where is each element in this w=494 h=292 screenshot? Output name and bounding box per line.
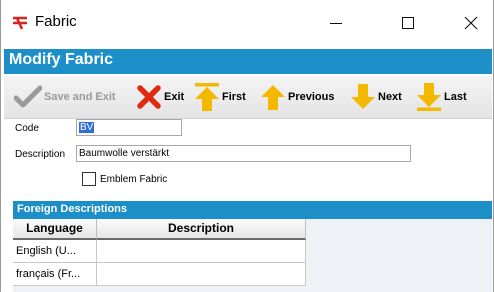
- description-label: Description: [15, 149, 66, 160]
- emblem-fabric-checkbox[interactable]: [82, 172, 96, 186]
- close-button[interactable]: [448, 0, 494, 46]
- window-title: Fabric: [35, 13, 77, 30]
- last-label: Last: [444, 91, 467, 103]
- last-arrow-icon: [417, 83, 441, 111]
- next-label: Next: [378, 91, 402, 103]
- exit-button[interactable]: Exit: [136, 82, 184, 112]
- minimize-button[interactable]: [313, 0, 359, 46]
- close-icon: [464, 16, 478, 30]
- description-value: Baumwolle verstärkt: [79, 148, 170, 159]
- down-arrow-icon: [351, 84, 375, 109]
- language-cell[interactable]: français (Fr...: [13, 263, 97, 286]
- code-input[interactable]: BV: [76, 119, 182, 136]
- first-arrow-icon: [195, 83, 219, 111]
- minimize-icon: [330, 23, 342, 24]
- code-label: Code: [15, 123, 39, 134]
- exit-label: Exit: [164, 91, 185, 103]
- emblem-fabric-label[interactable]: Emblem Fabric: [100, 174, 167, 185]
- red-x-icon: [137, 85, 161, 109]
- foreign-descriptions-grid: Language Description English (U... franç…: [13, 219, 492, 292]
- toolbar: Save and Exit Exit First Previous Next L…: [4, 76, 492, 119]
- page-title: Modify Fabric: [9, 51, 114, 68]
- maximize-icon: [402, 17, 414, 29]
- checkmark-icon: [14, 85, 42, 108]
- up-arrow-icon: [261, 85, 285, 110]
- first-button[interactable]: First: [194, 82, 246, 112]
- column-header-language[interactable]: Language: [13, 219, 97, 240]
- maximize-button[interactable]: [385, 0, 431, 46]
- previous-label: Previous: [288, 91, 335, 103]
- save-and-exit-label: Save and Exit: [44, 91, 116, 103]
- code-value: BV: [79, 122, 95, 133]
- previous-button[interactable]: Previous: [260, 82, 334, 112]
- page-header: Modify Fabric: [4, 49, 492, 74]
- save-and-exit-button[interactable]: Save and Exit: [14, 82, 116, 112]
- last-button[interactable]: Last: [416, 82, 467, 112]
- title-bar[interactable]: Fabric: [1, 0, 493, 46]
- app-icon: [13, 16, 27, 30]
- column-header-description[interactable]: Description: [97, 219, 306, 240]
- foreign-descriptions-title: Foreign Descriptions: [17, 203, 128, 215]
- fabric-window: Fabric Modify Fabric Save and Exit Exit: [0, 0, 494, 292]
- description-cell[interactable]: [97, 240, 306, 263]
- next-button[interactable]: Next: [350, 82, 402, 112]
- foreign-descriptions-header: Foreign Descriptions: [13, 201, 492, 219]
- description-cell[interactable]: [97, 263, 306, 286]
- language-cell[interactable]: English (U...: [13, 240, 97, 263]
- description-input[interactable]: Baumwolle verstärkt: [76, 145, 411, 162]
- first-label: First: [222, 91, 246, 103]
